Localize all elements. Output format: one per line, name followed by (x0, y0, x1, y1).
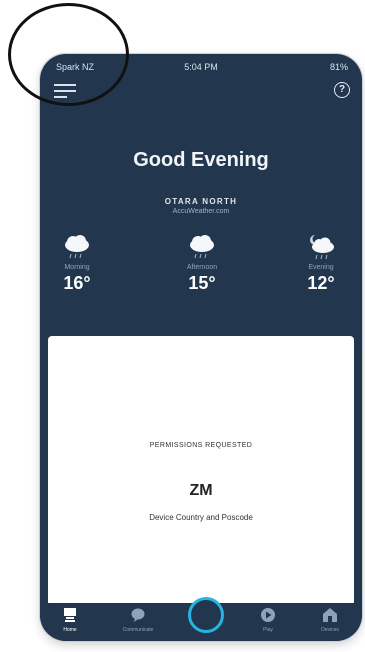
weather-temp: 15° (188, 273, 216, 293)
weather-location: OTARA NORTH (164, 197, 238, 206)
tab-play[interactable]: Play (240, 607, 296, 633)
night-rain-cloud-icon (310, 234, 334, 260)
card-detail: Device Country and Poscode (149, 513, 253, 522)
tab-home[interactable]: Home (42, 607, 98, 633)
card-code: ZM (189, 482, 213, 499)
tab-label: Communicate (122, 627, 154, 633)
clock: 5:04 PM (184, 62, 218, 72)
weather-source[interactable]: AccuWeather.com (40, 208, 362, 215)
weather-afternoon: Afternoon 15° (167, 234, 237, 294)
tab-label: Home (63, 627, 77, 633)
weather-morning: Morning 16° (42, 234, 112, 294)
weather-temp: 16° (63, 273, 91, 293)
devices-house-icon (323, 608, 337, 622)
bottom-tab-bar: Home Communicate Play Devices (40, 597, 362, 641)
battery-level: 81% (329, 62, 348, 72)
weather-evening: Evening 12° (286, 234, 356, 294)
weather-temp: 12° (307, 273, 335, 293)
tab-label: Play (263, 627, 273, 633)
tab-label: Devices (321, 627, 339, 633)
weather-period-label: Morning (64, 264, 90, 271)
tab-communicate[interactable]: Communicate (110, 607, 166, 633)
rain-cloud-icon (65, 235, 89, 259)
play-icon (261, 608, 275, 622)
greeting-title: Good Evening (133, 149, 269, 171)
status-bar: Spark NZ 5:04 PM 81% (40, 60, 362, 76)
question-circle-icon[interactable]: ? (334, 82, 350, 98)
permissions-card[interactable]: PERMISSIONS REQUESTED ZM Device Country … (48, 336, 354, 606)
phone-screen: Spark NZ 5:04 PM 81% ? Good Evening OTAR… (40, 54, 362, 641)
hamburger-menu-icon[interactable] (54, 84, 76, 100)
card-title: PERMISSIONS REQUESTED (149, 442, 253, 449)
alexa-ring-icon[interactable] (188, 597, 224, 633)
weather-period-label: Evening (308, 264, 334, 271)
weather-period-label: Afternoon (186, 264, 218, 271)
tab-devices[interactable]: Devices (302, 607, 358, 633)
home-icon (64, 608, 76, 622)
rain-cloud-icon (190, 235, 214, 259)
chat-bubble-icon (131, 608, 145, 622)
